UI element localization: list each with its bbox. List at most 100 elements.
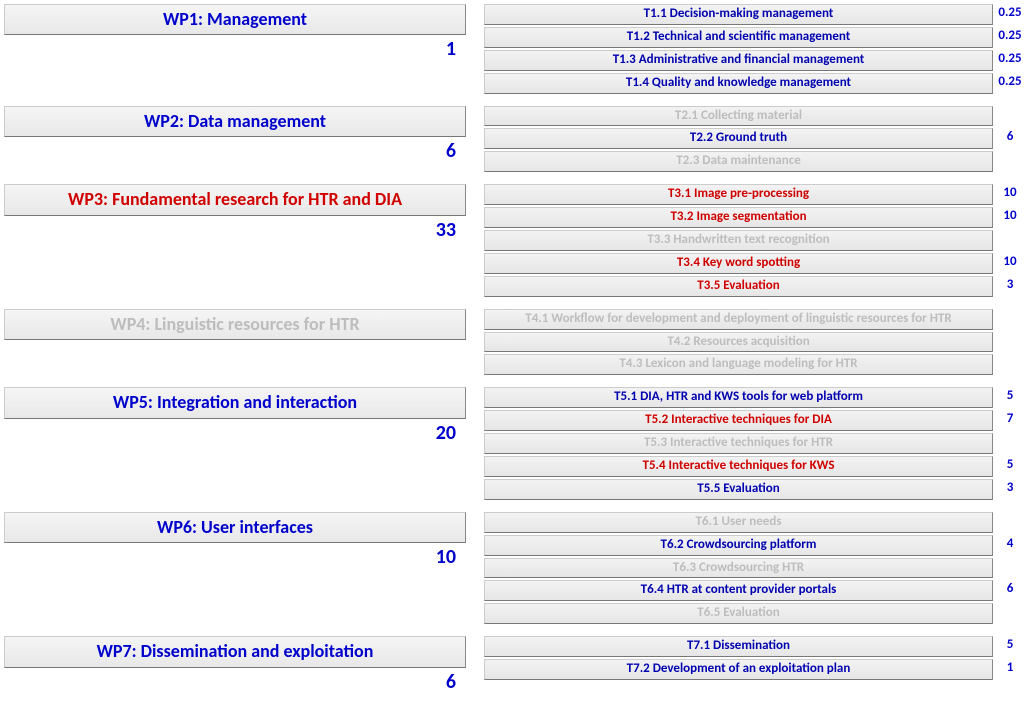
task-row: T4.2 Resources acquisition [484, 332, 1025, 353]
task-row: T1.1 Decision-making management0.25 [484, 4, 1025, 25]
task-label-cell: T3.1 Image pre-processing [484, 184, 993, 205]
wp-tasks: T3.1 Image pre-processing10T3.2 Image se… [484, 184, 1025, 298]
task-label-cell: T7.2 Development of an exploitation plan [484, 659, 993, 680]
task-row: T1.2 Technical and scientific management… [484, 27, 1025, 48]
task-value [995, 332, 1025, 353]
task-value: 10 [995, 207, 1025, 228]
task-row: T1.3 Administrative and financial manage… [484, 50, 1025, 71]
task-value [995, 151, 1025, 172]
task-value: 0.25 [995, 4, 1025, 25]
wp-title-cell: WP7: Dissemination and exploitation [4, 636, 466, 667]
task-value: 1 [995, 659, 1025, 680]
task-value: 5 [995, 636, 1025, 657]
task-label-cell: T7.1 Dissemination [484, 636, 993, 657]
task-label-cell: T2.2 Ground truth [484, 128, 993, 149]
wp-tasks: T5.1 DIA, HTR and KWS tools for web plat… [484, 387, 1025, 501]
wp-row: WP7: Dissemination and exploitation6 T7.1… [4, 636, 1025, 693]
task-value: 7 [995, 410, 1025, 431]
task-row: T2.3 Data maintenance [484, 151, 1025, 172]
wp-row: WP6: User interfaces10T6.1 User needsT6.… [4, 512, 1025, 626]
task-value [995, 603, 1025, 624]
task-row: T6.3 Crowdsourcing HTR [484, 558, 1025, 579]
task-row: T3.4 Key word spotting10 [484, 253, 1025, 274]
task-value: 0.25 [995, 27, 1025, 48]
wp-count: 1 [4, 35, 466, 61]
wp-tasks: T6.1 User needsT6.2 Crowdsourcing platfo… [484, 512, 1025, 626]
wp-row: WP1: Management1 T1.1 Decision-making man… [4, 4, 1025, 96]
wp-left: WP2: Data management6 [4, 106, 466, 163]
task-label-cell: T5.2 Interactive techniques for DIA [484, 410, 993, 431]
wp-count: 10 [4, 543, 466, 569]
wp-tasks: T4.1 Workflow for development and deploy… [484, 309, 1025, 378]
wp-title-cell: WP1: Management [4, 4, 466, 35]
task-row: T3.1 Image pre-processing10 [484, 184, 1025, 205]
wp-row: WP5: Integration and interaction20 T5.1 D… [4, 387, 1025, 501]
task-row: T3.2 Image segmentation10 [484, 207, 1025, 228]
wp-left: WP5: Integration and interaction20 [4, 387, 466, 444]
wp-left: WP3: Fundamental research for HTR and DI… [4, 184, 466, 241]
task-value: 6 [995, 128, 1025, 149]
task-label-cell: T6.1 User needs [484, 512, 993, 533]
task-label-cell: T2.1 Collecting material [484, 106, 993, 127]
task-label-cell: T6.3 Crowdsourcing HTR [484, 558, 993, 579]
wp-left: WP7: Dissemination and exploitation6 [4, 636, 466, 693]
task-label-cell: T6.4 HTR at content provider portals [484, 580, 993, 601]
task-label-cell: T1.4 Quality and knowledge management [484, 73, 993, 94]
wp-count: 33 [4, 216, 466, 242]
task-row: T3.3 Handwritten text recognition [484, 230, 1025, 251]
wp-count [4, 340, 466, 342]
task-label-cell: T3.2 Image segmentation [484, 207, 993, 228]
task-value [995, 354, 1025, 375]
task-label-cell: T5.4 Interactive techniques for KWS [484, 456, 993, 477]
task-value [995, 433, 1025, 454]
task-row: T6.2 Crowdsourcing platform4 [484, 535, 1025, 556]
wp-row: WP2: Data management6T2.1 Collecting mat… [4, 106, 1025, 175]
task-row: T2.2 Ground truth6 [484, 128, 1025, 149]
task-label-cell: T5.3 Interactive techniques for HTR [484, 433, 993, 454]
task-label-cell: T1.3 Administrative and financial manage… [484, 50, 993, 71]
task-row: T5.1 DIA, HTR and KWS tools for web plat… [484, 387, 1025, 408]
wp-left: WP6: User interfaces10 [4, 512, 466, 569]
task-value [995, 558, 1025, 579]
task-row: T3.5 Evaluation3 [484, 276, 1025, 297]
wp-title-cell: WP4: Linguistic resources for HTR [4, 309, 466, 340]
wp-left: WP4: Linguistic resources for HTR [4, 309, 466, 342]
task-row: T4.1 Workflow for development and deploy… [484, 309, 1025, 330]
task-label-cell: T4.3 Lexicon and language modeling for H… [484, 354, 993, 375]
task-value: 10 [995, 253, 1025, 274]
wp-row: WP3: Fundamental research for HTR and DI… [4, 184, 1025, 298]
task-value: 10 [995, 184, 1025, 205]
task-value: 5 [995, 456, 1025, 477]
task-label-cell: T4.2 Resources acquisition [484, 332, 993, 353]
wp-count: 20 [4, 419, 466, 445]
task-row: T5.4 Interactive techniques for KWS5 [484, 456, 1025, 477]
task-value: 0.25 [995, 73, 1025, 94]
task-value [995, 106, 1025, 127]
task-row: T6.1 User needs [484, 512, 1025, 533]
wp-title-cell: WP2: Data management [4, 106, 466, 137]
wp-left: WP1: Management1 [4, 4, 466, 61]
task-label-cell: T6.2 Crowdsourcing platform [484, 535, 993, 556]
task-label-cell: T3.3 Handwritten text recognition [484, 230, 993, 251]
task-value: 4 [995, 535, 1025, 556]
task-label-cell: T3.4 Key word spotting [484, 253, 993, 274]
task-value: 3 [995, 276, 1025, 297]
task-row: T5.2 Interactive techniques for DIA7 [484, 410, 1025, 431]
wp-title-cell: WP5: Integration and interaction [4, 387, 466, 418]
task-label-cell: T4.1 Workflow for development and deploy… [484, 309, 993, 330]
task-row: T7.2 Development of an exploitation plan… [484, 659, 1025, 680]
task-value [995, 512, 1025, 533]
task-row: T1.4 Quality and knowledge management0.2… [484, 73, 1025, 94]
task-label-cell: T3.5 Evaluation [484, 276, 993, 297]
wp-title-cell: WP3: Fundamental research for HTR and DI… [4, 184, 466, 215]
wp-tasks: T2.1 Collecting materialT2.2 Ground trut… [484, 106, 1025, 175]
task-value: 5 [995, 387, 1025, 408]
task-row: T2.1 Collecting material [484, 106, 1025, 127]
task-row: T6.5 Evaluation [484, 603, 1025, 624]
task-row: T5.3 Interactive techniques for HTR [484, 433, 1025, 454]
task-value [995, 230, 1025, 251]
task-value: 0.25 [995, 50, 1025, 71]
task-row: T5.5 Evaluation3 [484, 479, 1025, 500]
task-label-cell: T6.5 Evaluation [484, 603, 993, 624]
task-row: T4.3 Lexicon and language modeling for H… [484, 354, 1025, 375]
